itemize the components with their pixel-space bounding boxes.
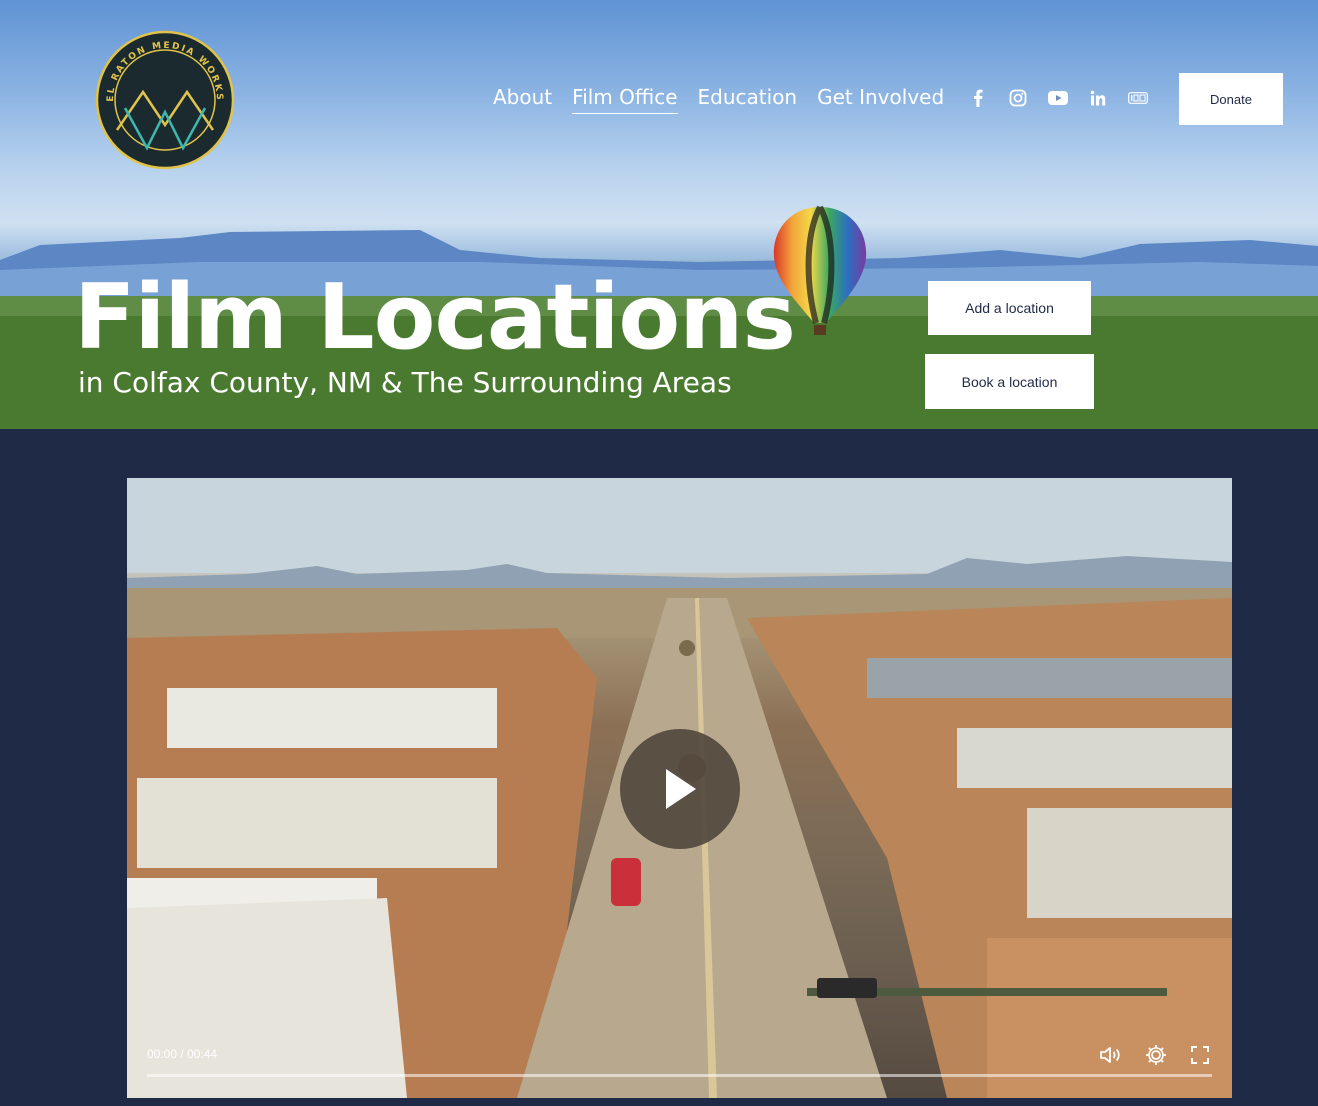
book-location-button[interactable]: Book a location [925,354,1094,409]
youtube-icon[interactable] [1048,88,1068,108]
video-progress-bar[interactable] [147,1074,1212,1077]
nav-get-involved[interactable]: Get Involved [817,85,944,114]
add-location-button[interactable]: Add a location [928,281,1091,335]
gear-icon [1146,1045,1166,1065]
el-raton-media-works-logo[interactable]: EL RATON MEDIA WORKS [95,30,235,170]
instagram-icon[interactable] [1008,88,1028,108]
play-icon [666,769,696,809]
fullscreen-button[interactable] [1188,1043,1212,1067]
play-button[interactable] [620,729,740,849]
page-title: Film Locations [74,265,796,370]
fullscreen-icon [1191,1046,1209,1064]
linkedin-icon[interactable] [1088,88,1108,108]
video-time-display: 00:00 / 00:44 [147,1047,218,1061]
social-links [968,88,1148,108]
settings-button[interactable] [1144,1043,1168,1067]
facebook-icon[interactable] [968,88,988,108]
nav-education[interactable]: Education [698,85,798,114]
page-subtitle: in Colfax County, NM & The Surrounding A… [78,366,732,399]
nav-about[interactable]: About [493,85,552,114]
video-player[interactable]: 00:00 / 00:44 [127,478,1232,1098]
nav-film-office[interactable]: Film Office [572,85,678,114]
donate-button[interactable]: Donate [1179,73,1283,125]
imdb-icon[interactable] [1128,88,1148,108]
main-nav: About Film Office Education Get Involved [493,85,944,114]
volume-button[interactable] [1099,1043,1123,1067]
volume-icon [1100,1047,1120,1063]
